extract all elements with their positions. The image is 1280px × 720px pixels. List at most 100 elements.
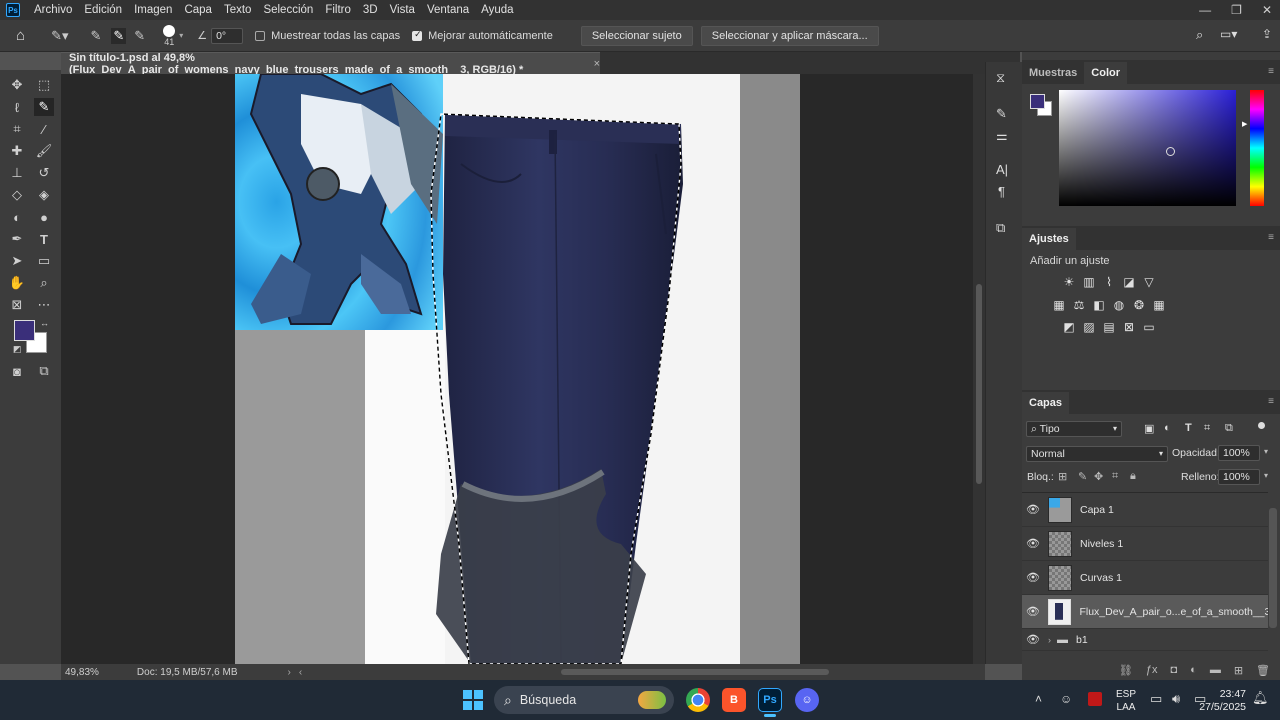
blend-mode-dropdown[interactable]: Normal ▾: [1026, 446, 1168, 462]
fill-field[interactable]: 100%: [1218, 469, 1260, 485]
eye-icon[interactable]: 👁︎: [1022, 633, 1044, 646]
eye-icon[interactable]: 👁︎: [1022, 605, 1044, 618]
black-white-icon[interactable]: ◧: [1092, 299, 1106, 311]
curves-icon[interactable]: ⌇: [1102, 276, 1116, 288]
character-icon[interactable]: A|: [996, 162, 1008, 177]
tray-app-icon[interactable]: [1088, 692, 1102, 706]
discord-icon[interactable]: ☺: [795, 688, 819, 712]
menu-3d[interactable]: 3D: [357, 0, 384, 20]
dodge-tool-icon[interactable]: ●: [34, 208, 54, 226]
select-subject-button[interactable]: Seleccionar sujeto: [580, 25, 693, 46]
horizontal-scroll-thumb[interactable]: [561, 669, 829, 675]
eye-icon[interactable]: 👁︎: [1022, 537, 1044, 550]
volume-icon[interactable]: 🔊︎: [1172, 691, 1180, 707]
menu-texto[interactable]: Texto: [218, 0, 258, 20]
levels-icon[interactable]: ▥: [1082, 276, 1096, 288]
blur-tool-icon[interactable]: ◐: [7, 208, 27, 226]
add-mask-icon[interactable]: ◘: [1171, 664, 1178, 676]
move-tool-icon[interactable]: ✥: [7, 76, 27, 94]
quick-mask-icon[interactable]: ◙: [7, 362, 27, 380]
layer-group-row[interactable]: 👁︎ › ▬ b1: [1022, 629, 1268, 651]
stamp-tool-icon[interactable]: ⊥: [7, 164, 27, 182]
layer-row[interactable]: 👁︎ Curvas 1: [1022, 561, 1268, 595]
new-layer-icon[interactable]: ⊞: [1234, 664, 1243, 677]
chevron-right-icon[interactable]: ›: [288, 667, 291, 678]
crop-tool-icon[interactable]: ⌗: [7, 120, 27, 138]
panel-menu-icon[interactable]: ≡: [1268, 232, 1274, 243]
filter-pixel-icon[interactable]: ▣: [1144, 422, 1154, 435]
chrome-icon[interactable]: [686, 688, 710, 712]
plugins-icon[interactable]: ⧉: [996, 220, 1005, 236]
opacity-field[interactable]: 100%: [1218, 445, 1260, 461]
color-picker-field[interactable]: [1059, 90, 1236, 206]
menu-ventana[interactable]: Ventana: [421, 0, 475, 20]
lock-all-icon[interactable]: 🔒︎: [1130, 470, 1136, 483]
minimize-icon[interactable]: —: [1199, 3, 1211, 17]
quick-selection-tool-icon[interactable]: ✎: [34, 98, 54, 116]
color-picker-cursor[interactable]: [1166, 147, 1175, 156]
screen-mode-icon[interactable]: ⧉: [34, 362, 54, 380]
layers-title[interactable]: Capas: [1022, 392, 1070, 414]
chevron-down-icon[interactable]: ▾: [179, 31, 183, 40]
zoom-tool-icon[interactable]: ⌕: [34, 274, 54, 292]
canvas-artwork[interactable]: [61, 74, 973, 664]
chevron-down-icon[interactable]: ▾: [1264, 471, 1268, 480]
notifications-icon[interactable]: 🔔︎: [1252, 690, 1269, 706]
tray-chevron-icon[interactable]: ˄: [1035, 692, 1042, 706]
properties-icon[interactable]: ⚌: [996, 128, 1008, 144]
home-icon[interactable]: ⌂: [16, 27, 25, 44]
marquee-tool-icon[interactable]: ⬚: [34, 76, 54, 94]
subtract-selection-icon[interactable]: ✎: [134, 28, 145, 44]
color-balance-icon[interactable]: ⚖: [1072, 299, 1086, 311]
language-indicator[interactable]: ESP LAA: [1116, 688, 1136, 714]
workspace-icon[interactable]: ▭▾: [1220, 27, 1237, 41]
foreground-color-swatch[interactable]: [14, 320, 35, 341]
color-lookup-icon[interactable]: ▦: [1152, 299, 1166, 311]
layer-row[interactable]: 👁︎ Capa 1: [1022, 493, 1268, 527]
brush-tool-icon[interactable]: 🖌: [34, 142, 54, 160]
delete-layer-icon[interactable]: 🗑︎: [1256, 664, 1270, 677]
posterize-icon[interactable]: ▨: [1082, 321, 1096, 333]
menu-imagen[interactable]: Imagen: [128, 0, 178, 20]
photoshop-logo-icon[interactable]: Ps: [6, 3, 20, 17]
gradient-map-icon[interactable]: ▭: [1142, 321, 1156, 333]
swap-colors-icon[interactable]: ↔: [40, 318, 49, 328]
chevron-right-icon[interactable]: ›: [1048, 635, 1051, 645]
share-icon[interactable]: ⇪: [1262, 27, 1272, 41]
zoom-level[interactable]: 49,83%: [65, 667, 99, 678]
healing-brush-icon[interactable]: ✚: [7, 142, 27, 160]
eye-icon[interactable]: 👁︎: [1022, 571, 1044, 584]
canvas-area[interactable]: [61, 74, 973, 664]
lock-pixels-icon[interactable]: ✎: [1078, 470, 1087, 483]
fx-icon[interactable]: ƒx: [1146, 664, 1158, 676]
layers-scrollbar[interactable]: [1269, 508, 1277, 628]
eyedropper-tool-icon[interactable]: ⁄: [34, 120, 54, 138]
restore-icon[interactable]: ❐: [1231, 3, 1242, 17]
adjustments-title[interactable]: Ajustes: [1022, 228, 1076, 250]
menu-seleccion[interactable]: Selección: [257, 0, 319, 20]
paragraph-icon[interactable]: ¶: [998, 184, 1005, 199]
menu-vista[interactable]: Vista: [384, 0, 421, 20]
tab-color[interactable]: Color: [1084, 62, 1128, 84]
vertical-scrollbar[interactable]: [973, 74, 985, 664]
filter-type-icon[interactable]: T: [1185, 422, 1192, 434]
threshold-icon[interactable]: ▤: [1102, 321, 1116, 333]
exposure-icon[interactable]: ◪: [1122, 276, 1136, 288]
new-adjustment-icon[interactable]: ◐: [1190, 664, 1197, 676]
start-button-icon[interactable]: [463, 690, 483, 710]
invert-icon[interactable]: ◩: [1062, 321, 1076, 333]
hue-saturation-icon[interactable]: ▦: [1052, 299, 1066, 311]
new-group-icon[interactable]: ▬: [1210, 664, 1221, 676]
scroll-left-icon[interactable]: ‹: [299, 667, 302, 678]
select-and-mask-button[interactable]: Seleccionar y aplicar máscara...: [700, 25, 879, 46]
link-layers-icon[interactable]: ⛓: [1119, 664, 1133, 677]
lock-transparency-icon[interactable]: ⊞: [1058, 470, 1067, 483]
angle-field[interactable]: 0°: [211, 27, 244, 44]
document-tab[interactable]: Sin título-1.psd al 49,8% (Flux_Dev_A_pa…: [61, 52, 600, 76]
auto-enhance-checkbox[interactable]: Mejorar automáticamente: [412, 29, 553, 42]
type-tool-icon[interactable]: T: [34, 230, 54, 248]
panel-menu-icon[interactable]: ≡: [1268, 66, 1274, 77]
clock[interactable]: 23:47 27/5/2025: [1196, 688, 1246, 714]
scroll-thumb[interactable]: [976, 284, 982, 484]
brush-size-picker[interactable]: 41: [161, 24, 177, 47]
